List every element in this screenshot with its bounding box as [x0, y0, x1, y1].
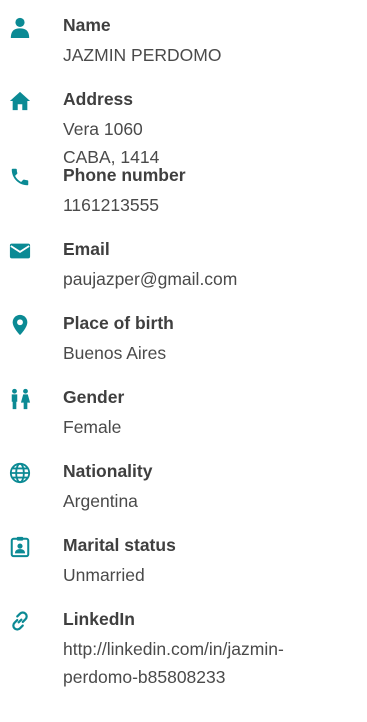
linkedin-link-line[interactable]: http://linkedin.com/in/jazmin- [63, 635, 363, 663]
detail-label: Email [63, 239, 110, 259]
linkedin-link-line[interactable]: perdomo-b85808233 [63, 663, 363, 691]
detail-label: Nationality [63, 461, 153, 481]
detail-value-line: JAZMIN PERDOMO [63, 45, 222, 65]
detail-label: Address [63, 89, 134, 109]
detail-value-line: Unmarried [63, 565, 145, 585]
detail-value-line: Buenos Aires [63, 343, 167, 363]
globe-icon [8, 461, 32, 485]
id-badge-icon [8, 535, 32, 559]
detail-value-line: Vera 1060 [63, 119, 143, 139]
phone-icon [8, 165, 32, 189]
detail-value: http://linkedin.com/in/jazmin- perdomo-b… [63, 635, 363, 691]
detail-label: Gender [63, 387, 125, 407]
detail-value-line: paujazper@gmail.com [63, 269, 238, 289]
detail-value-line: Female [63, 417, 122, 437]
detail-value: paujazper@gmail.com [63, 265, 363, 293]
location-pin-icon [8, 313, 32, 337]
detail-label: Marital status [63, 535, 176, 555]
detail-value-line: Argentina [63, 491, 138, 511]
detail-value: Unmarried [63, 561, 363, 589]
link-icon [8, 609, 32, 633]
email-icon [8, 239, 32, 263]
detail-value: 1161213555 [63, 191, 363, 219]
detail-value: JAZMIN PERDOMO [63, 41, 363, 69]
detail-value: Argentina [63, 487, 363, 515]
detail-label: Name [63, 15, 111, 35]
person-icon [8, 15, 32, 39]
detail-label: Phone number [63, 165, 186, 185]
detail-value-line: 1161213555 [63, 195, 160, 215]
detail-value: Buenos Aires [63, 339, 363, 367]
home-icon [8, 89, 32, 113]
detail-value: Female [63, 413, 363, 441]
gender-icon [8, 387, 32, 411]
personal-details-list: Name JAZMIN PERDOMO Address Vera 1060 CA… [0, 0, 367, 722]
detail-label: LinkedIn [63, 609, 135, 629]
detail-label: Place of birth [63, 313, 174, 333]
